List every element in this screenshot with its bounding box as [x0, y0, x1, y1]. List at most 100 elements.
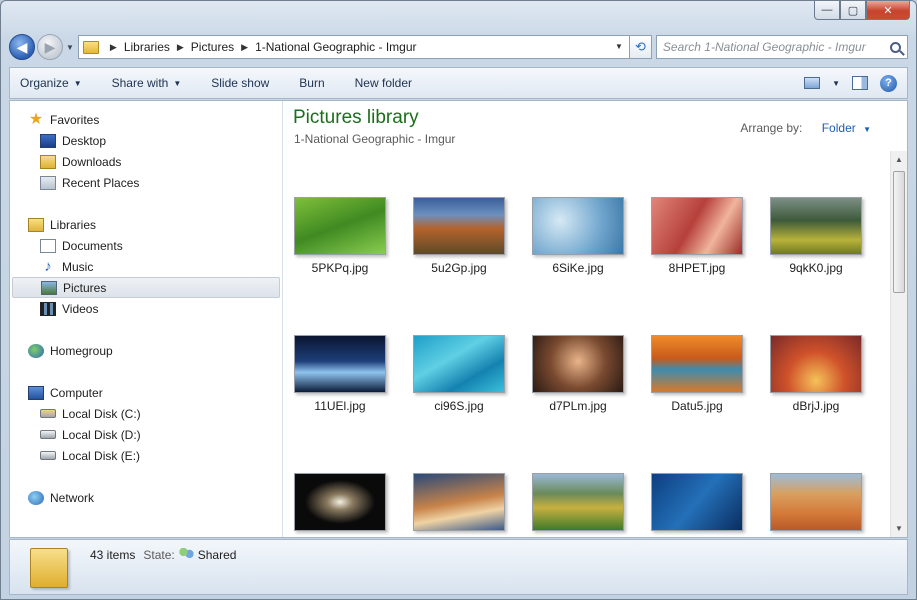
organize-menu[interactable]: Organize ▼ [20, 76, 82, 90]
breadcrumb-pictures[interactable]: Pictures [191, 40, 234, 54]
nav-label: Downloads [62, 154, 122, 169]
file-name: d7PLm.jpg [549, 399, 607, 413]
chevron-right-icon[interactable]: ▶ [241, 42, 248, 53]
folder-icon [30, 548, 68, 588]
file-item[interactable]: ci96S.jpg [413, 335, 505, 413]
image-thumbnail[interactable] [413, 335, 505, 393]
file-item[interactable]: 9qkK0.jpg [770, 197, 862, 275]
image-thumbnail[interactable] [294, 473, 386, 531]
image-thumbnail[interactable] [770, 473, 862, 531]
drive-icon [40, 451, 56, 460]
new-folder-button[interactable]: New folder [355, 76, 412, 90]
computer-icon [28, 385, 44, 400]
file-item[interactable]: dBrjJ.jpg [770, 335, 862, 413]
network-icon [28, 490, 44, 505]
search-icon[interactable] [890, 41, 901, 53]
nav-music[interactable]: ♪ Music [10, 256, 282, 277]
file-name: 6SiKe.jpg [552, 261, 604, 275]
minimize-button[interactable]: — [814, 1, 840, 20]
state-label: State: [143, 548, 175, 562]
image-thumbnail[interactable] [770, 197, 862, 255]
nav-disk-e[interactable]: Local Disk (E:) [10, 445, 282, 466]
image-thumbnail[interactable] [532, 473, 624, 531]
scrollbar-thumb[interactable] [893, 171, 905, 293]
burn-button[interactable]: Burn [299, 76, 324, 90]
refresh-button[interactable]: ⟲ [629, 35, 652, 59]
main-area: ★ Favorites Desktop Downloads Recent Pla… [9, 100, 908, 551]
nav-downloads[interactable]: Downloads [10, 151, 282, 172]
chevron-right-icon[interactable]: ▶ [110, 42, 117, 53]
forward-button[interactable]: ▶ [37, 34, 63, 60]
nav-label: Local Disk (C:) [62, 406, 141, 421]
toolbar-right-group: ▼ ? [804, 74, 897, 92]
share-with-menu[interactable]: Share with ▼ [112, 76, 182, 90]
chevron-down-icon[interactable]: ▼ [863, 125, 871, 134]
library-subtitle: 1-National Geographic - Imgur [294, 132, 456, 146]
nav-libraries[interactable]: Libraries [10, 214, 282, 235]
file-name: 11UEl.jpg [314, 399, 366, 413]
nav-label: Documents [62, 238, 123, 253]
slide-show-button[interactable]: Slide show [211, 76, 269, 90]
chevron-down-icon[interactable]: ▼ [615, 42, 623, 51]
nav-favorites[interactable]: ★ Favorites [10, 109, 282, 130]
scroll-down-arrow[interactable]: ▼ [891, 520, 907, 537]
nav-homegroup[interactable]: Homegroup [10, 340, 282, 361]
image-thumbnail[interactable] [413, 473, 505, 531]
nav-disk-c[interactable]: Local Disk (C:) [10, 403, 282, 424]
image-thumbnail[interactable] [413, 197, 505, 255]
nav-videos[interactable]: Videos [10, 298, 282, 319]
library-title: Pictures library [293, 107, 419, 128]
preview-pane-icon[interactable] [852, 76, 868, 90]
nav-computer[interactable]: Computer [10, 382, 282, 403]
scroll-up-arrow[interactable]: ▲ [891, 151, 907, 168]
image-thumbnail[interactable] [651, 197, 743, 255]
recent-pages-dropdown[interactable]: ▼ [66, 43, 74, 52]
image-thumbnail[interactable] [651, 473, 743, 531]
image-thumbnail[interactable] [532, 335, 624, 393]
file-item[interactable]: 8HPET.jpg [651, 197, 743, 275]
vertical-scrollbar[interactable]: ▲ ▼ [890, 151, 907, 537]
close-button[interactable]: ✕ [866, 1, 910, 20]
file-item[interactable]: d7PLm.jpg [532, 335, 624, 413]
chevron-right-icon[interactable]: ▶ [177, 42, 184, 53]
nav-label: Computer [50, 385, 103, 400]
help-icon[interactable]: ? [880, 74, 897, 92]
file-item[interactable]: 11UEl.jpg [294, 335, 386, 413]
chevron-down-icon[interactable]: ▼ [832, 79, 840, 88]
nav-label: Desktop [62, 133, 107, 148]
nav-pictures[interactable]: Pictures [12, 277, 280, 298]
image-thumbnail[interactable] [294, 197, 386, 255]
breadcrumb-current-folder[interactable]: 1-National Geographic - Imgur [255, 40, 416, 54]
nav-label: Music [62, 259, 94, 274]
file-name: 5PKPq.jpg [311, 261, 369, 275]
maximize-button[interactable]: ▢ [840, 1, 866, 20]
downloads-folder-icon [40, 154, 56, 169]
back-button[interactable]: ◀ [9, 34, 35, 60]
nav-network[interactable]: Network [10, 487, 282, 508]
file-view: Pictures library 1-National Geographic -… [283, 101, 907, 551]
nav-documents[interactable]: Documents [10, 235, 282, 256]
breadcrumb-libraries[interactable]: Libraries [124, 40, 170, 54]
arrange-by-label: Arrange by: [740, 121, 803, 135]
documents-icon [40, 238, 56, 253]
change-view-icon[interactable] [804, 77, 821, 89]
file-item[interactable]: Datu5.jpg [651, 335, 743, 413]
arrange-by-dropdown[interactable]: Folder [822, 121, 856, 135]
address-bar[interactable]: ▶ Libraries ▶ Pictures ▶ 1-National Geog… [77, 35, 630, 59]
file-item[interactable]: 5u2Gp.jpg [413, 197, 505, 275]
image-thumbnail[interactable] [294, 335, 386, 393]
file-item[interactable]: 6SiKe.jpg [532, 197, 624, 275]
nav-label: Libraries [50, 217, 97, 232]
file-item[interactable]: 5PKPq.jpg [294, 197, 386, 275]
music-icon: ♪ [44, 257, 52, 275]
nav-desktop[interactable]: Desktop [10, 130, 282, 151]
nav-recent-places[interactable]: Recent Places [10, 172, 282, 193]
image-thumbnail[interactable] [651, 335, 743, 393]
command-toolbar: Organize ▼ Share with ▼ Slide show Burn … [9, 67, 908, 99]
caption-buttons: — ▢ ✕ [814, 1, 910, 20]
image-thumbnail[interactable] [532, 197, 624, 255]
search-placeholder: Search 1-National Geographic - Imgur [662, 40, 866, 54]
search-input[interactable]: Search 1-National Geographic - Imgur [655, 35, 908, 59]
image-thumbnail[interactable] [770, 335, 862, 393]
nav-disk-d[interactable]: Local Disk (D:) [10, 424, 282, 445]
